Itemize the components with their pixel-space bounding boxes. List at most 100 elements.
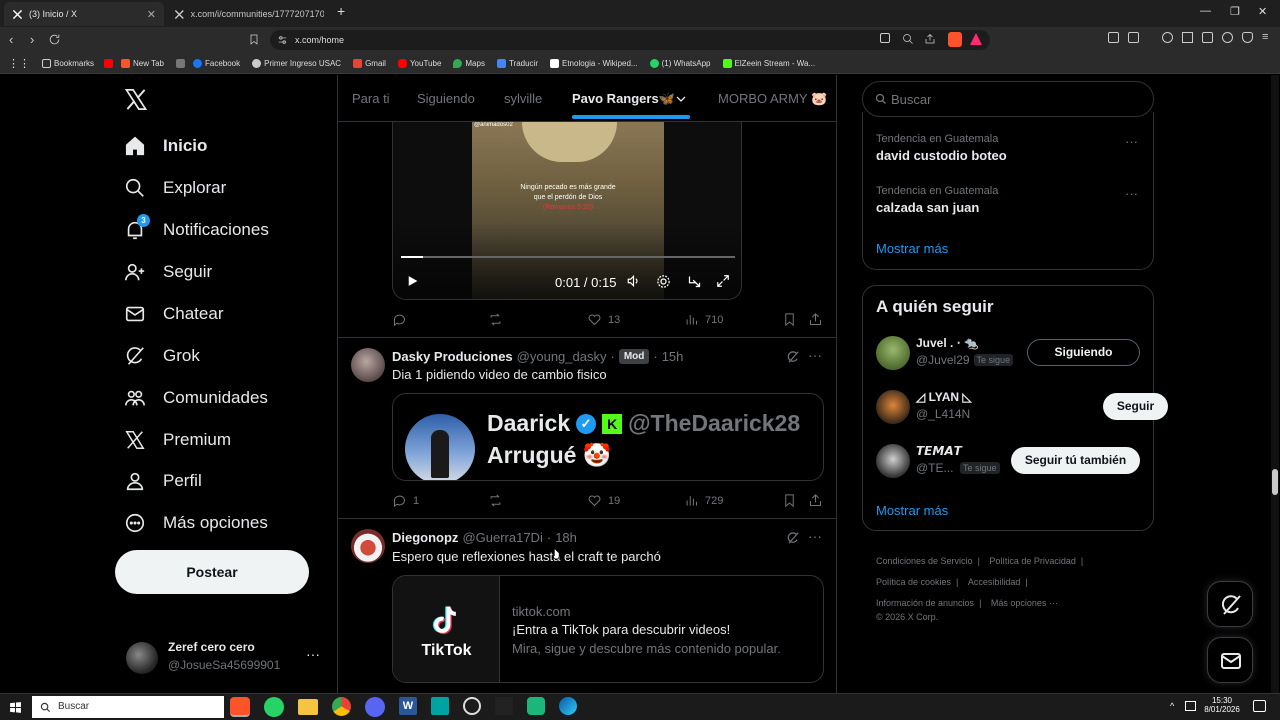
post-time[interactable]: 18h <box>555 530 577 545</box>
capcut-taskbar-icon[interactable] <box>431 697 449 715</box>
media-icon[interactable] <box>1162 32 1173 43</box>
trend-item[interactable]: Tendencia en Guatemala calzada san juan <box>876 185 998 215</box>
bookmark-item[interactable]: ElZeein Stream - Wa... <box>722 58 815 68</box>
nav-inicio[interactable]: Inicio <box>124 135 207 157</box>
author-handle[interactable]: @young_dasky <box>517 349 607 364</box>
bookmark-button[interactable] <box>782 493 797 508</box>
post-time[interactable]: 15h <box>662 349 684 364</box>
tray-chevron-icon[interactable]: ^ <box>1170 701 1174 711</box>
footer-link[interactable]: Política de Privacidad <box>989 556 1076 566</box>
brave-taskbar-icon[interactable] <box>230 697 250 717</box>
share-button[interactable] <box>808 493 823 508</box>
avatar[interactable] <box>351 529 385 563</box>
tab-siguiendo[interactable]: Siguiendo <box>417 91 475 106</box>
avatar[interactable] <box>876 390 910 424</box>
tray-display-icon[interactable] <box>1185 701 1196 711</box>
author-name[interactable]: Dasky Produciones <box>392 349 513 364</box>
nav-premium[interactable]: Premium <box>124 429 231 451</box>
follow-suggestion[interactable]: Juvel . ⋅ 🐀 @Juvel29 Te sigue <box>916 336 1014 367</box>
video-player[interactable]: @animados02 Ningún pecado es más grande … <box>392 122 742 300</box>
nav-explorar[interactable]: Explorar <box>124 177 226 199</box>
bookmark-item[interactable]: Etnologia - Wikiped... <box>550 58 638 68</box>
volume-icon[interactable] <box>626 274 641 288</box>
obs-taskbar-icon[interactable] <box>463 697 481 715</box>
video-progress-bar[interactable] <box>401 256 735 258</box>
browser-tab[interactable]: x.com/i/communities/177720717043 <box>166 2 332 26</box>
follow-button[interactable]: Seguir <box>1103 393 1168 420</box>
link-card[interactable]: TikTok tiktok.com ¡Entra a TikTok para d… <box>392 575 824 683</box>
share-page-icon[interactable] <box>924 33 936 45</box>
audio-app-taskbar-icon[interactable] <box>495 697 513 715</box>
grok-floating-button[interactable] <box>1207 581 1253 627</box>
embedded-image[interactable]: Daarick ✓ K @TheDaarick28 Arrugué 🤡 <box>392 393 824 481</box>
file-explorer-taskbar-icon[interactable] <box>298 699 318 715</box>
extensions-icon[interactable] <box>1108 32 1119 43</box>
like-button[interactable]: 13 <box>587 312 620 327</box>
nav-comunidades[interactable]: Comunidades <box>124 387 268 409</box>
show-more-link[interactable]: Mostrar más <box>876 503 948 518</box>
bookmark-item[interactable]: New Tab <box>121 58 164 68</box>
author-handle[interactable]: @Guerra17Di <box>462 530 542 545</box>
fullscreen-icon[interactable] <box>716 274 730 288</box>
cast-icon[interactable] <box>880 33 890 43</box>
bookmark-item[interactable]: Gmail <box>353 58 386 68</box>
grok-icon[interactable] <box>786 531 800 545</box>
follow-suggestion[interactable]: 𝙏𝙀𝙈𝘼𝙏 @TE... Te sigue <box>916 444 1000 475</box>
tab-morbo-army[interactable]: MORBO ARMY 🐷 <box>718 91 827 107</box>
bookmark-page-icon[interactable] <box>248 33 260 46</box>
bookmark-item[interactable]: Facebook <box>193 58 240 68</box>
chrome-taskbar-icon[interactable] <box>332 697 351 716</box>
follow-back-button[interactable]: Seguir tú también <box>1011 447 1140 474</box>
bookmark-item[interactable]: (1) WhatsApp <box>649 58 711 68</box>
forward-button[interactable]: › <box>30 32 34 47</box>
discord-taskbar-icon[interactable] <box>365 697 385 717</box>
restore-button[interactable]: ❐ <box>1230 5 1240 18</box>
back-button[interactable]: ‹ <box>9 32 13 47</box>
zoom-icon[interactable] <box>902 33 914 45</box>
repost-button[interactable] <box>488 312 503 327</box>
minimize-button[interactable]: — <box>1200 5 1211 17</box>
bookmark-item[interactable]: YouTube <box>397 58 441 68</box>
x-logo-icon[interactable] <box>124 88 148 111</box>
taskbar-search[interactable]: Buscar <box>32 696 224 718</box>
whatsapp-taskbar-icon[interactable] <box>264 697 284 717</box>
messages-floating-button[interactable] <box>1207 637 1253 683</box>
views-button[interactable]: 710 <box>684 312 723 327</box>
like-button[interactable]: 19 <box>587 493 620 508</box>
screenshot-icon[interactable] <box>1128 32 1139 43</box>
bookmark-item[interactable] <box>104 58 114 68</box>
post-more-icon[interactable]: ··· <box>808 528 822 544</box>
tab-pavo-rangers[interactable]: Pavo Rangers🦋 <box>572 91 675 107</box>
bookmark-button[interactable] <box>782 312 797 327</box>
taskbar-clock[interactable]: 15:30 8/01/2026 <box>1202 696 1242 714</box>
account-switcher[interactable]: Zeref cero cero @JosueSa45699901 ··· <box>126 640 326 676</box>
wallet-icon[interactable] <box>1202 32 1213 43</box>
reload-icon[interactable] <box>48 33 61 46</box>
trend-more-icon[interactable]: ··· <box>1125 134 1138 149</box>
footer-link[interactable]: Información de anuncios <box>876 598 974 608</box>
avatar[interactable] <box>876 336 910 370</box>
app-taskbar-icon[interactable] <box>527 697 545 715</box>
repost-button[interactable] <box>488 493 503 508</box>
page-scrollbar[interactable] <box>1271 75 1279 693</box>
brave-shields-icon[interactable] <box>948 32 962 47</box>
nav-mas-opciones[interactable]: Más opciones <box>124 512 268 534</box>
edge-taskbar-icon[interactable] <box>559 697 577 715</box>
follow-suggestion[interactable]: ◿ LYAN ◺ @_L414N <box>916 390 972 421</box>
footer-link[interactable]: Más opciones ··· <box>991 598 1058 608</box>
trend-more-icon[interactable]: ··· <box>1125 186 1138 201</box>
footer-link[interactable]: Accesibilidad <box>968 577 1021 587</box>
account-more-icon[interactable]: ··· <box>306 646 320 662</box>
nav-grok[interactable]: Grok <box>124 345 200 367</box>
nav-notificaciones[interactable]: 3 Notificaciones <box>124 214 269 241</box>
footer-link[interactable]: Política de cookies <box>876 577 951 587</box>
trend-item[interactable]: Tendencia en Guatemala david custodio bo… <box>876 133 1007 163</box>
windows-start-icon[interactable] <box>9 701 22 714</box>
author-name[interactable]: Diegonopz <box>392 530 458 545</box>
nav-perfil[interactable]: Perfil <box>124 470 202 492</box>
word-taskbar-icon[interactable]: W <box>399 697 417 715</box>
avatar[interactable] <box>876 444 910 478</box>
nav-seguir[interactable]: Seguir <box>124 261 212 283</box>
menu-icon[interactable]: ≡ <box>1262 32 1273 43</box>
share-button[interactable] <box>808 312 823 327</box>
